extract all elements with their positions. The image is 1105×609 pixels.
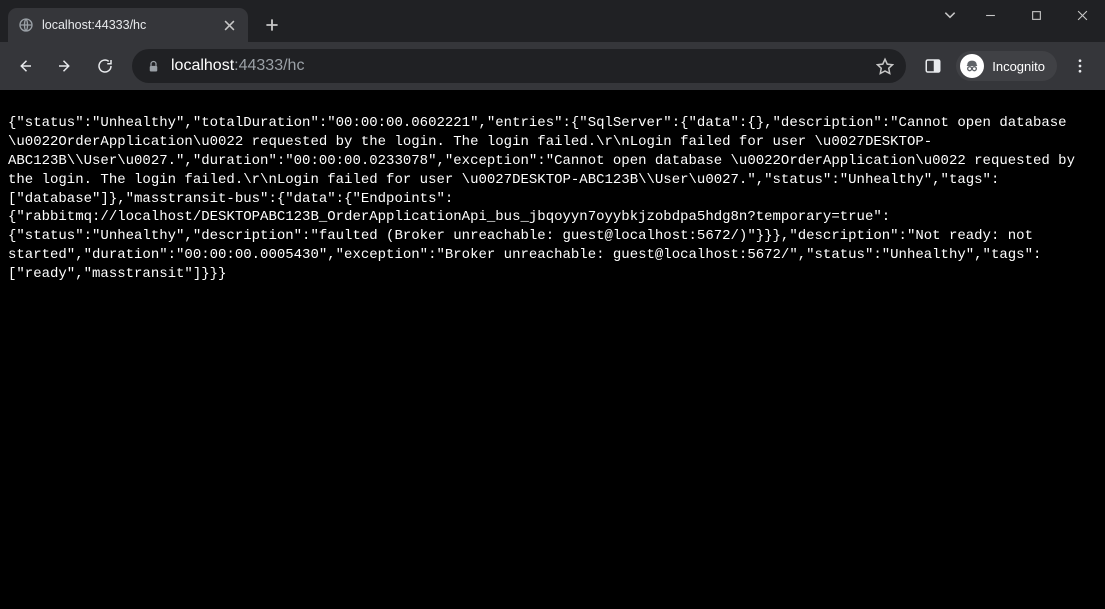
browser-tab[interactable]: localhost:44333/hc xyxy=(8,8,248,42)
toolbar: localhost:44333/hc Incognito xyxy=(0,42,1105,90)
tab-title: localhost:44333/hc xyxy=(42,18,212,32)
incognito-label: Incognito xyxy=(992,59,1045,74)
page-viewport[interactable]: {"status":"Unhealthy","totalDuration":"0… xyxy=(0,90,1105,609)
url-host: localhost xyxy=(171,57,234,74)
back-button[interactable] xyxy=(8,49,42,83)
menu-button[interactable] xyxy=(1063,49,1097,83)
window-minimize-icon[interactable] xyxy=(967,0,1013,30)
incognito-indicator[interactable]: Incognito xyxy=(956,51,1057,81)
window-close-icon[interactable] xyxy=(1059,0,1105,30)
globe-icon xyxy=(18,17,34,33)
address-bar[interactable]: localhost:44333/hc xyxy=(132,49,906,83)
url-text: localhost:44333/hc xyxy=(171,57,860,75)
bookmark-button[interactable] xyxy=(870,57,900,75)
window-maximize-icon[interactable] xyxy=(1013,0,1059,30)
response-body: {"status":"Unhealthy","totalDuration":"0… xyxy=(0,104,1105,294)
reload-button[interactable] xyxy=(88,49,122,83)
lock-icon[interactable] xyxy=(146,59,161,74)
window-controls xyxy=(933,0,1105,34)
url-path: :44333/hc xyxy=(234,57,304,74)
close-icon[interactable] xyxy=(220,16,238,34)
forward-button[interactable] xyxy=(48,49,82,83)
side-panel-button[interactable] xyxy=(916,49,950,83)
incognito-icon xyxy=(960,54,984,78)
new-tab-button[interactable] xyxy=(258,11,286,39)
chevron-down-icon[interactable] xyxy=(933,0,967,30)
title-bar: localhost:44333/hc xyxy=(0,0,1105,42)
